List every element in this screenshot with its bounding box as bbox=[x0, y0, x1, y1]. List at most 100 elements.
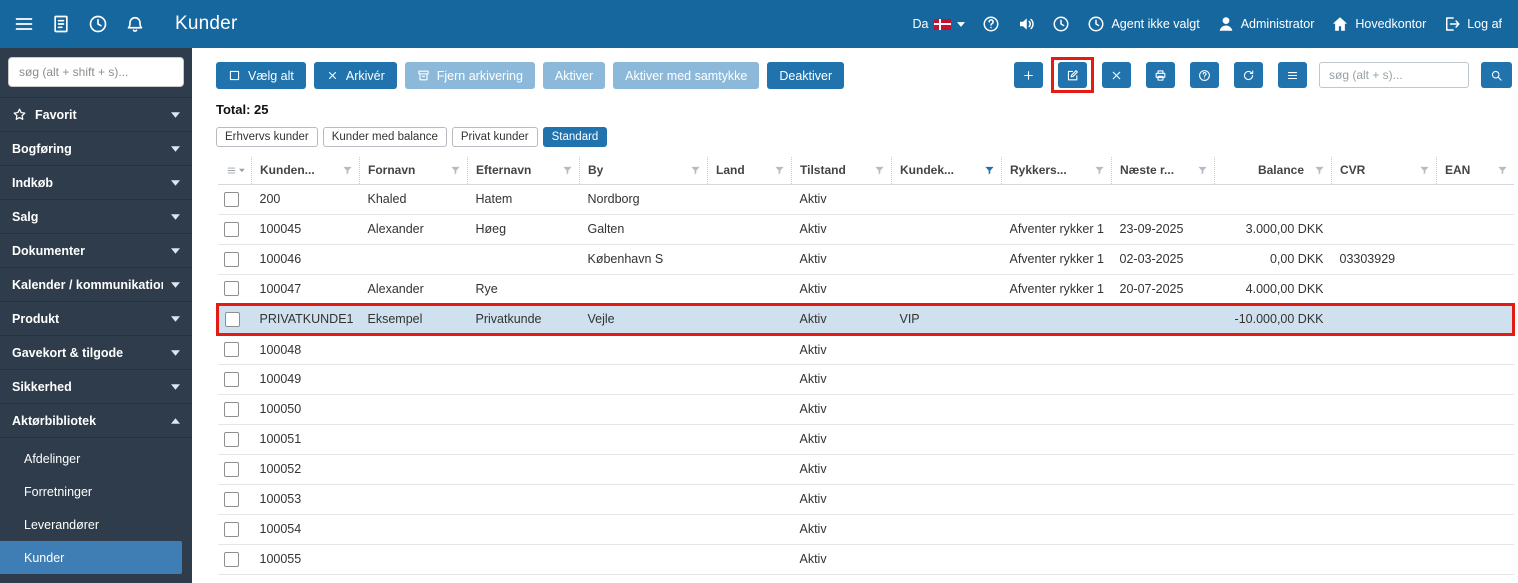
sidebar-item-gavekort-tilgode[interactable]: Gavekort & tilgode bbox=[0, 335, 192, 369]
refresh-button[interactable] bbox=[1234, 62, 1263, 88]
column-header-ean[interactable]: EAN bbox=[1436, 157, 1514, 185]
volume-icon[interactable] bbox=[1017, 15, 1035, 33]
table-row-200[interactable]: 200 Khaled Hatem Nordborg Aktiv bbox=[217, 184, 1514, 215]
sidebar-item-sikkerhed[interactable]: Sikkerhed bbox=[0, 369, 192, 403]
sidebar-item-salg[interactable]: Salg bbox=[0, 199, 192, 233]
deaktiver-button[interactable]: Deaktiver bbox=[767, 62, 845, 89]
filter-tab-kunder-med-balance[interactable]: Kunder med balance bbox=[322, 127, 447, 147]
filter-funnel-icon[interactable] bbox=[562, 165, 573, 176]
table-row-100053[interactable]: 100053 Aktiv bbox=[217, 484, 1514, 515]
aktiver-med-samtykke-button[interactable]: Aktiver med samtykke bbox=[613, 62, 760, 89]
column-header-by[interactable]: By bbox=[579, 157, 708, 185]
print-button[interactable] bbox=[1146, 62, 1175, 88]
filter-funnel-icon[interactable] bbox=[342, 165, 353, 176]
column-header-tilstand[interactable]: Tilstand bbox=[791, 157, 892, 185]
filter-funnel-icon[interactable] bbox=[1197, 165, 1208, 176]
sidebar-item-bogf-ring[interactable]: Bogføring bbox=[0, 131, 192, 165]
edit-button[interactable] bbox=[1058, 62, 1087, 88]
filter-funnel-icon[interactable] bbox=[1094, 165, 1105, 176]
language-selector[interactable]: Da bbox=[912, 17, 966, 31]
filter-funnel-icon[interactable] bbox=[1497, 165, 1508, 176]
row-checkbox[interactable] bbox=[223, 342, 239, 357]
home-icon bbox=[1331, 15, 1349, 33]
column-header-land[interactable]: Land bbox=[707, 157, 792, 185]
filter-funnel-icon[interactable] bbox=[1314, 165, 1325, 176]
menu-icon[interactable] bbox=[14, 14, 34, 34]
delete-button[interactable] bbox=[1102, 62, 1131, 88]
sidebar-subitem-kunder[interactable]: Kunder bbox=[0, 541, 182, 574]
row-checkbox[interactable] bbox=[223, 461, 239, 477]
bell-icon[interactable] bbox=[125, 14, 145, 34]
table-row-100048[interactable]: 100048 Aktiv bbox=[217, 334, 1514, 365]
table-search-input[interactable] bbox=[1319, 62, 1469, 88]
filter-tab-standard[interactable]: Standard bbox=[542, 127, 608, 147]
agent-selector[interactable]: Agent ikke valgt bbox=[1087, 15, 1200, 33]
arkiv-r-button[interactable]: Arkivér bbox=[313, 62, 397, 89]
row-checkbox[interactable] bbox=[223, 401, 239, 417]
table-row-100050[interactable]: 100050 Aktiv bbox=[217, 394, 1514, 425]
table-row-100047[interactable]: 100047 Alexander Rye Aktiv Afventer rykker 1… bbox=[217, 274, 1514, 305]
fjern-arkivering-button[interactable]: Fjern arkivering bbox=[404, 62, 535, 89]
column-header-kundek[interactable]: Kundek... bbox=[891, 157, 1002, 185]
filter-funnel-icon[interactable] bbox=[874, 165, 885, 176]
table-row-100052[interactable]: 100052 Aktiv bbox=[217, 454, 1514, 485]
row-checkbox[interactable] bbox=[223, 191, 239, 207]
table-row-100054[interactable]: 100054 Aktiv bbox=[217, 514, 1514, 545]
row-checkbox[interactable] bbox=[223, 251, 239, 267]
row-checkbox[interactable] bbox=[223, 551, 239, 567]
sidebar-item-kalender-kommunikation[interactable]: Kalender / kommunikation bbox=[0, 267, 192, 301]
column-header-cvr[interactable]: CVR bbox=[1331, 157, 1437, 185]
column-header-fornavn[interactable]: Fornavn bbox=[359, 157, 468, 185]
table-row-100045[interactable]: 100045 Alexander Høeg Galten Aktiv Afventer r… bbox=[217, 214, 1514, 245]
sidebar-subitem-forretninger[interactable]: Forretninger bbox=[0, 475, 192, 508]
row-checkbox[interactable] bbox=[223, 431, 239, 447]
filter-funnel-icon[interactable] bbox=[1419, 165, 1430, 176]
table-row-100049[interactable]: 100049 Aktiv bbox=[217, 364, 1514, 395]
filter-funnel-icon[interactable] bbox=[450, 165, 461, 176]
help-button[interactable] bbox=[1190, 62, 1219, 88]
column-header-n-ste-r[interactable]: Næste r... bbox=[1111, 157, 1215, 185]
filter-funnel-icon[interactable] bbox=[774, 165, 785, 176]
table-row-100046[interactable]: 100046 København S Aktiv Afventer rykker 10… bbox=[217, 244, 1514, 275]
aktiver-button[interactable]: Aktiver bbox=[542, 62, 606, 89]
logout-button[interactable]: Log af bbox=[1443, 15, 1502, 33]
user-menu[interactable]: Administrator bbox=[1217, 15, 1314, 33]
journal-icon[interactable] bbox=[51, 14, 71, 34]
table-row-100055[interactable]: 100055 Aktiv bbox=[217, 544, 1514, 575]
column-chooser[interactable] bbox=[217, 157, 252, 185]
row-checkbox[interactable] bbox=[223, 371, 239, 387]
table-row-privatkunde1[interactable]: PRIVATKUNDE1 Eksempel Privatkunde Vejle Akti… bbox=[216, 302, 1515, 336]
sidebar-item-akt-rbibliotek[interactable]: Aktørbibliotek bbox=[0, 403, 192, 437]
v-lg-alt-button[interactable]: Vælg alt bbox=[216, 62, 306, 89]
column-header-kunden[interactable]: Kunden... bbox=[251, 157, 360, 185]
topbar: Kunder Da Agent ikke valgt Administrator… bbox=[0, 0, 1518, 48]
sidebar-item-indk-b[interactable]: Indkøb bbox=[0, 165, 192, 199]
cell-kunden: 200 bbox=[251, 184, 360, 215]
filter-funnel-icon[interactable] bbox=[984, 165, 995, 176]
column-header-balance[interactable]: Balance bbox=[1214, 157, 1332, 185]
sidebar-search-input[interactable] bbox=[8, 57, 184, 87]
sidebar-subitem-afdelinger[interactable]: Afdelinger bbox=[0, 442, 192, 475]
column-header-rykkers[interactable]: Rykkers... bbox=[1001, 157, 1112, 185]
row-checkbox[interactable] bbox=[223, 521, 239, 537]
search-button[interactable] bbox=[1481, 62, 1512, 88]
sidebar-item-favorit[interactable]: Favorit bbox=[0, 97, 192, 131]
office-selector[interactable]: Hovedkontor bbox=[1331, 15, 1426, 33]
table-row-100051[interactable]: 100051 Aktiv bbox=[217, 424, 1514, 455]
filter-tab-privat-kunder[interactable]: Privat kunder bbox=[451, 127, 538, 147]
row-checkbox[interactable] bbox=[223, 221, 239, 237]
sidebar-item-dokumenter[interactable]: Dokumenter bbox=[0, 233, 192, 267]
history-icon[interactable] bbox=[88, 14, 108, 34]
row-checkbox[interactable] bbox=[225, 311, 240, 327]
column-header-efternavn[interactable]: Efternavn bbox=[467, 157, 580, 185]
clock-icon[interactable] bbox=[1052, 15, 1070, 33]
help-icon[interactable] bbox=[982, 15, 1000, 33]
sidebar-item-produkt[interactable]: Produkt bbox=[0, 301, 192, 335]
menu-button[interactable] bbox=[1278, 62, 1307, 88]
row-checkbox[interactable] bbox=[223, 281, 239, 296]
sidebar-subitem-leverand-rer[interactable]: Leverandører bbox=[0, 508, 192, 541]
add-button[interactable] bbox=[1014, 62, 1043, 88]
filter-tab-erhvervs-kunder[interactable]: Erhvervs kunder bbox=[216, 127, 318, 147]
filter-funnel-icon[interactable] bbox=[690, 165, 701, 176]
row-checkbox[interactable] bbox=[223, 491, 239, 507]
